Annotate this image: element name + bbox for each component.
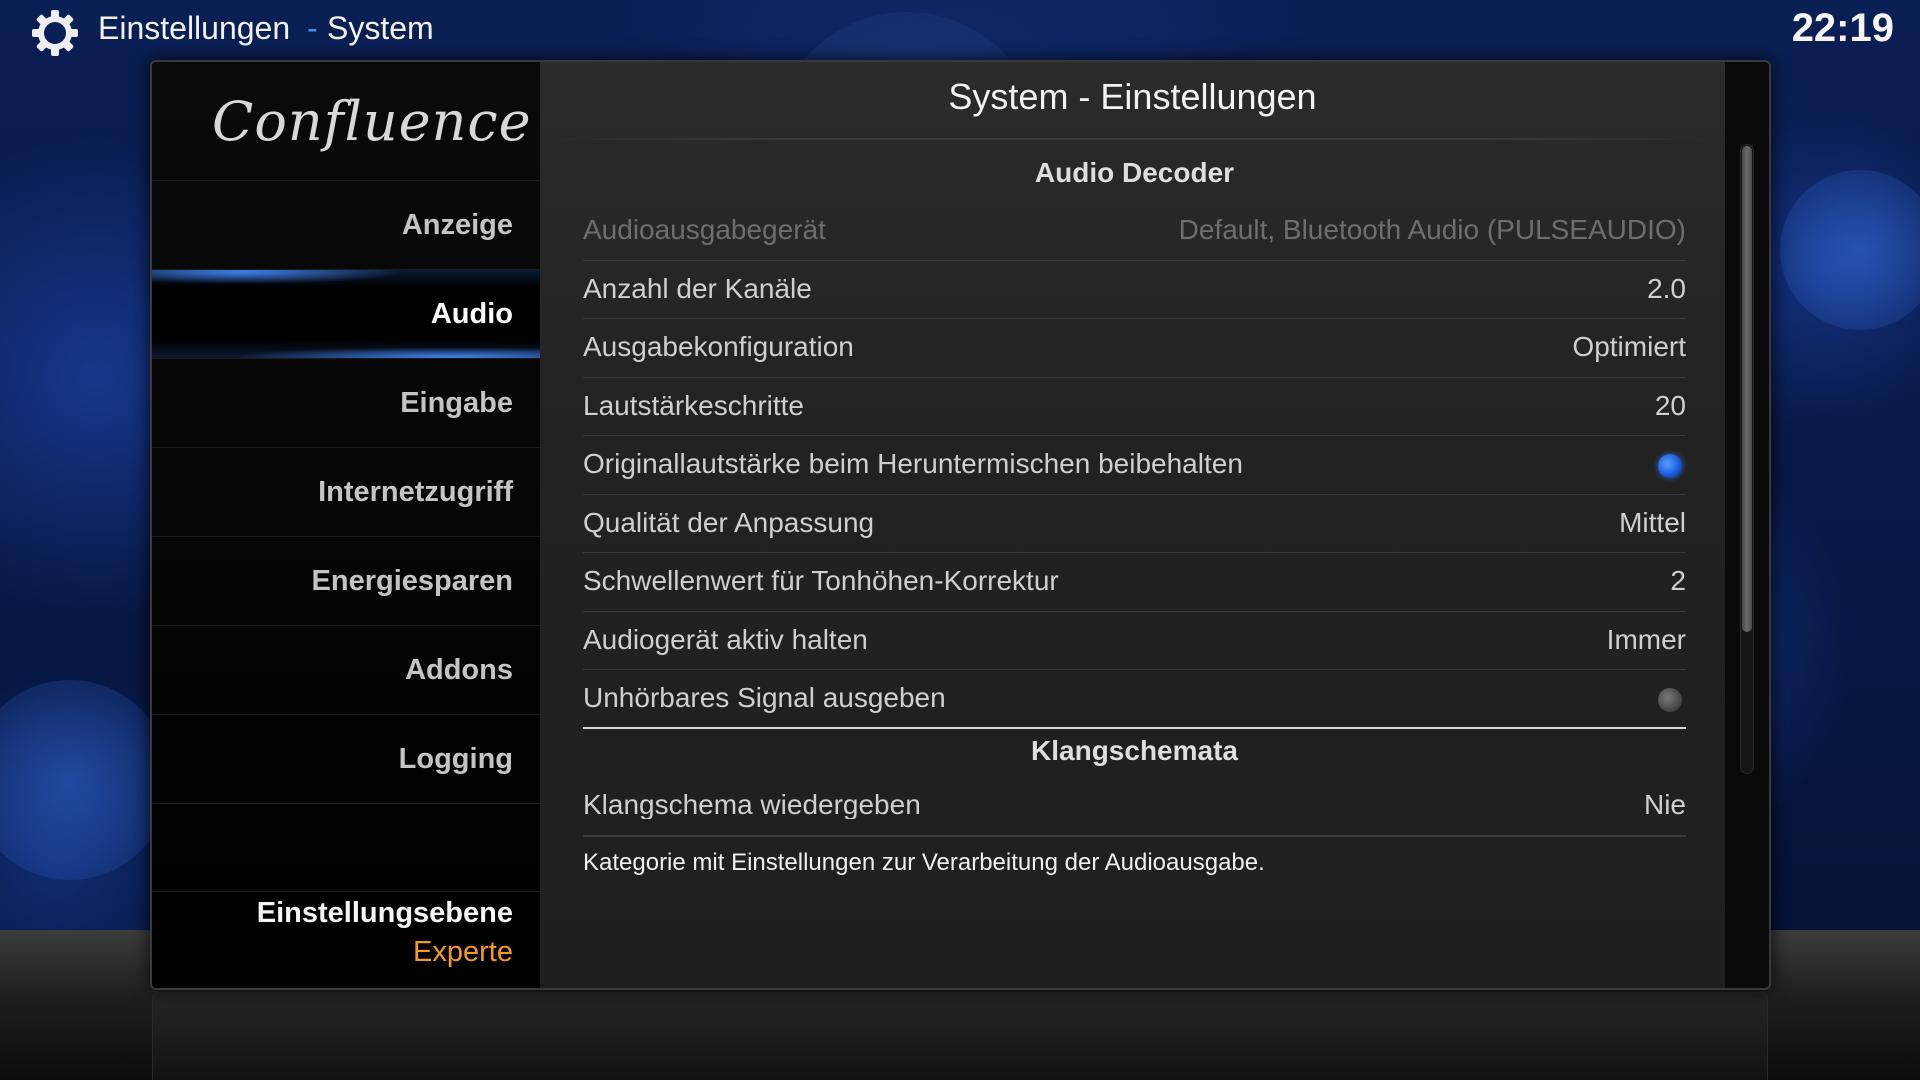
setting-value: 20 [1654,389,1686,421]
setting-label: Audioausgabegerät [583,214,826,245]
setting-pitch-threshold[interactable]: Schwellenwert für Tonhöhen-Korrektur 2 [583,553,1686,612]
setting-label: Anzahl der Kanäle [583,272,812,304]
sidebar-item-label: Anzeige [401,209,513,241]
setting-play-sound-scheme[interactable]: Klangschema wiedergeben Nie [583,779,1686,819]
group-heading-sound-schemes: Klangschemata [1031,734,1238,766]
settings-content: System - Einstellungen Audio Decoder Aud… [540,62,1725,988]
title-divider [540,138,1725,140]
setting-label: Ausgabekonfiguration [583,331,854,362]
setting-label: Klangschema wiedergeben [583,788,921,819]
settings-level-value: Experte [413,936,513,968]
window-title: Einstellungen [98,10,291,46]
sidebar-item-addons[interactable]: Addons [152,625,540,714]
setting-value: Nie [1643,788,1686,819]
header: Einstellungen - System 22:19 [0,0,1920,60]
sidebar-item-eingabe[interactable]: Eingabe [152,358,540,447]
sidebar-item-logging[interactable]: Logging [152,714,540,803]
setting-value: Optimiert [1572,331,1686,362]
setting-volume-steps[interactable]: Lautstärkeschritte 20 [583,378,1686,436]
background-bubble [0,680,170,880]
setting-label: Audiogerät aktiv halten [583,623,868,655]
setting-audio-output-device[interactable]: Audioausgabegerät Default, Bluetooth Aud… [583,202,1686,261]
sidebar-menu: Anzeige Audio Eingabe Internetzugriff En… [152,180,540,892]
toggle-on-radio[interactable] [1658,454,1682,478]
category-description: Kategorie mit Einstellungen zur Verarbei… [583,849,1265,876]
setting-value: 2.0 [1647,272,1686,304]
sidebar-item-audio[interactable]: Audio [152,269,540,358]
page-title: System - Einstellungen [948,76,1317,117]
setting-inaudible-signal[interactable]: Unhörbares Signal ausgeben [583,670,1686,729]
setting-label: Schwellenwert für Tonhöhen-Korrektur [583,565,1059,596]
description-divider [583,835,1686,837]
setting-label: Lautstärkeschritte [583,389,804,421]
window-subtitle: System [327,10,434,46]
setting-value: Mittel [1619,506,1686,538]
sidebar-item-label: Energiesparen [311,565,513,597]
bottom-panel [152,992,1768,1080]
setting-value: 2 [1670,565,1686,596]
settings-window: Confluence Anzeige Audio Eingabe Interne… [150,60,1771,990]
setting-resample-quality[interactable]: Qualität der Anpassung Mittel [583,495,1686,553]
sidebar-divider [152,803,540,892]
sidebar-item-label: Eingabe [400,387,513,419]
gear-icon [32,10,78,56]
setting-keep-device-alive[interactable]: Audiogerät aktiv halten Immer [583,612,1686,670]
setting-label: Unhörbares Signal ausgeben [583,682,946,713]
setting-value: Default, Bluetooth Audio (PULSEAUDIO) [1178,214,1686,245]
setting-label: Originallautstärke beim Heruntermischen … [583,448,1243,479]
sidebar-item-anzeige[interactable]: Anzeige [152,180,540,269]
sidebar-item-energiesparen[interactable]: Energiesparen [152,536,540,625]
background-bubble [1780,170,1920,330]
setting-channel-count[interactable]: Anzahl der Kanäle 2.0 [583,261,1686,319]
group-heading-audio-decoder: Audio Decoder [1034,157,1235,188]
sidebar-item-label: Audio [430,298,513,330]
title-separator: - [307,10,318,46]
toggle-off-radio[interactable] [1658,688,1682,712]
sidebar-item-internetzugriff[interactable]: Internetzugriff [152,447,540,536]
sidebar-item-label: Addons [405,654,513,686]
sidebar-item-label: Logging [398,743,513,775]
scrollbar-thumb[interactable] [1742,146,1752,632]
settings-level-label: Einstellungsebene [256,897,513,929]
settings-list: Audio Decoder Audioausgabegerät Default,… [583,144,1686,869]
setting-label: Qualität der Anpassung [583,506,875,538]
settings-level-button[interactable]: Einstellungsebene Experte [257,897,513,969]
confluence-logo: Confluence [212,90,532,153]
sidebar-item-label: Internetzugriff [318,476,513,508]
clock: 22:19 [1791,6,1894,50]
setting-maintain-volume-downmix[interactable]: Originallautstärke beim Heruntermischen … [583,436,1686,495]
setting-value: Immer [1606,623,1686,655]
setting-output-configuration[interactable]: Ausgabekonfiguration Optimiert [583,319,1686,378]
sidebar: Confluence Anzeige Audio Eingabe Interne… [152,62,540,988]
